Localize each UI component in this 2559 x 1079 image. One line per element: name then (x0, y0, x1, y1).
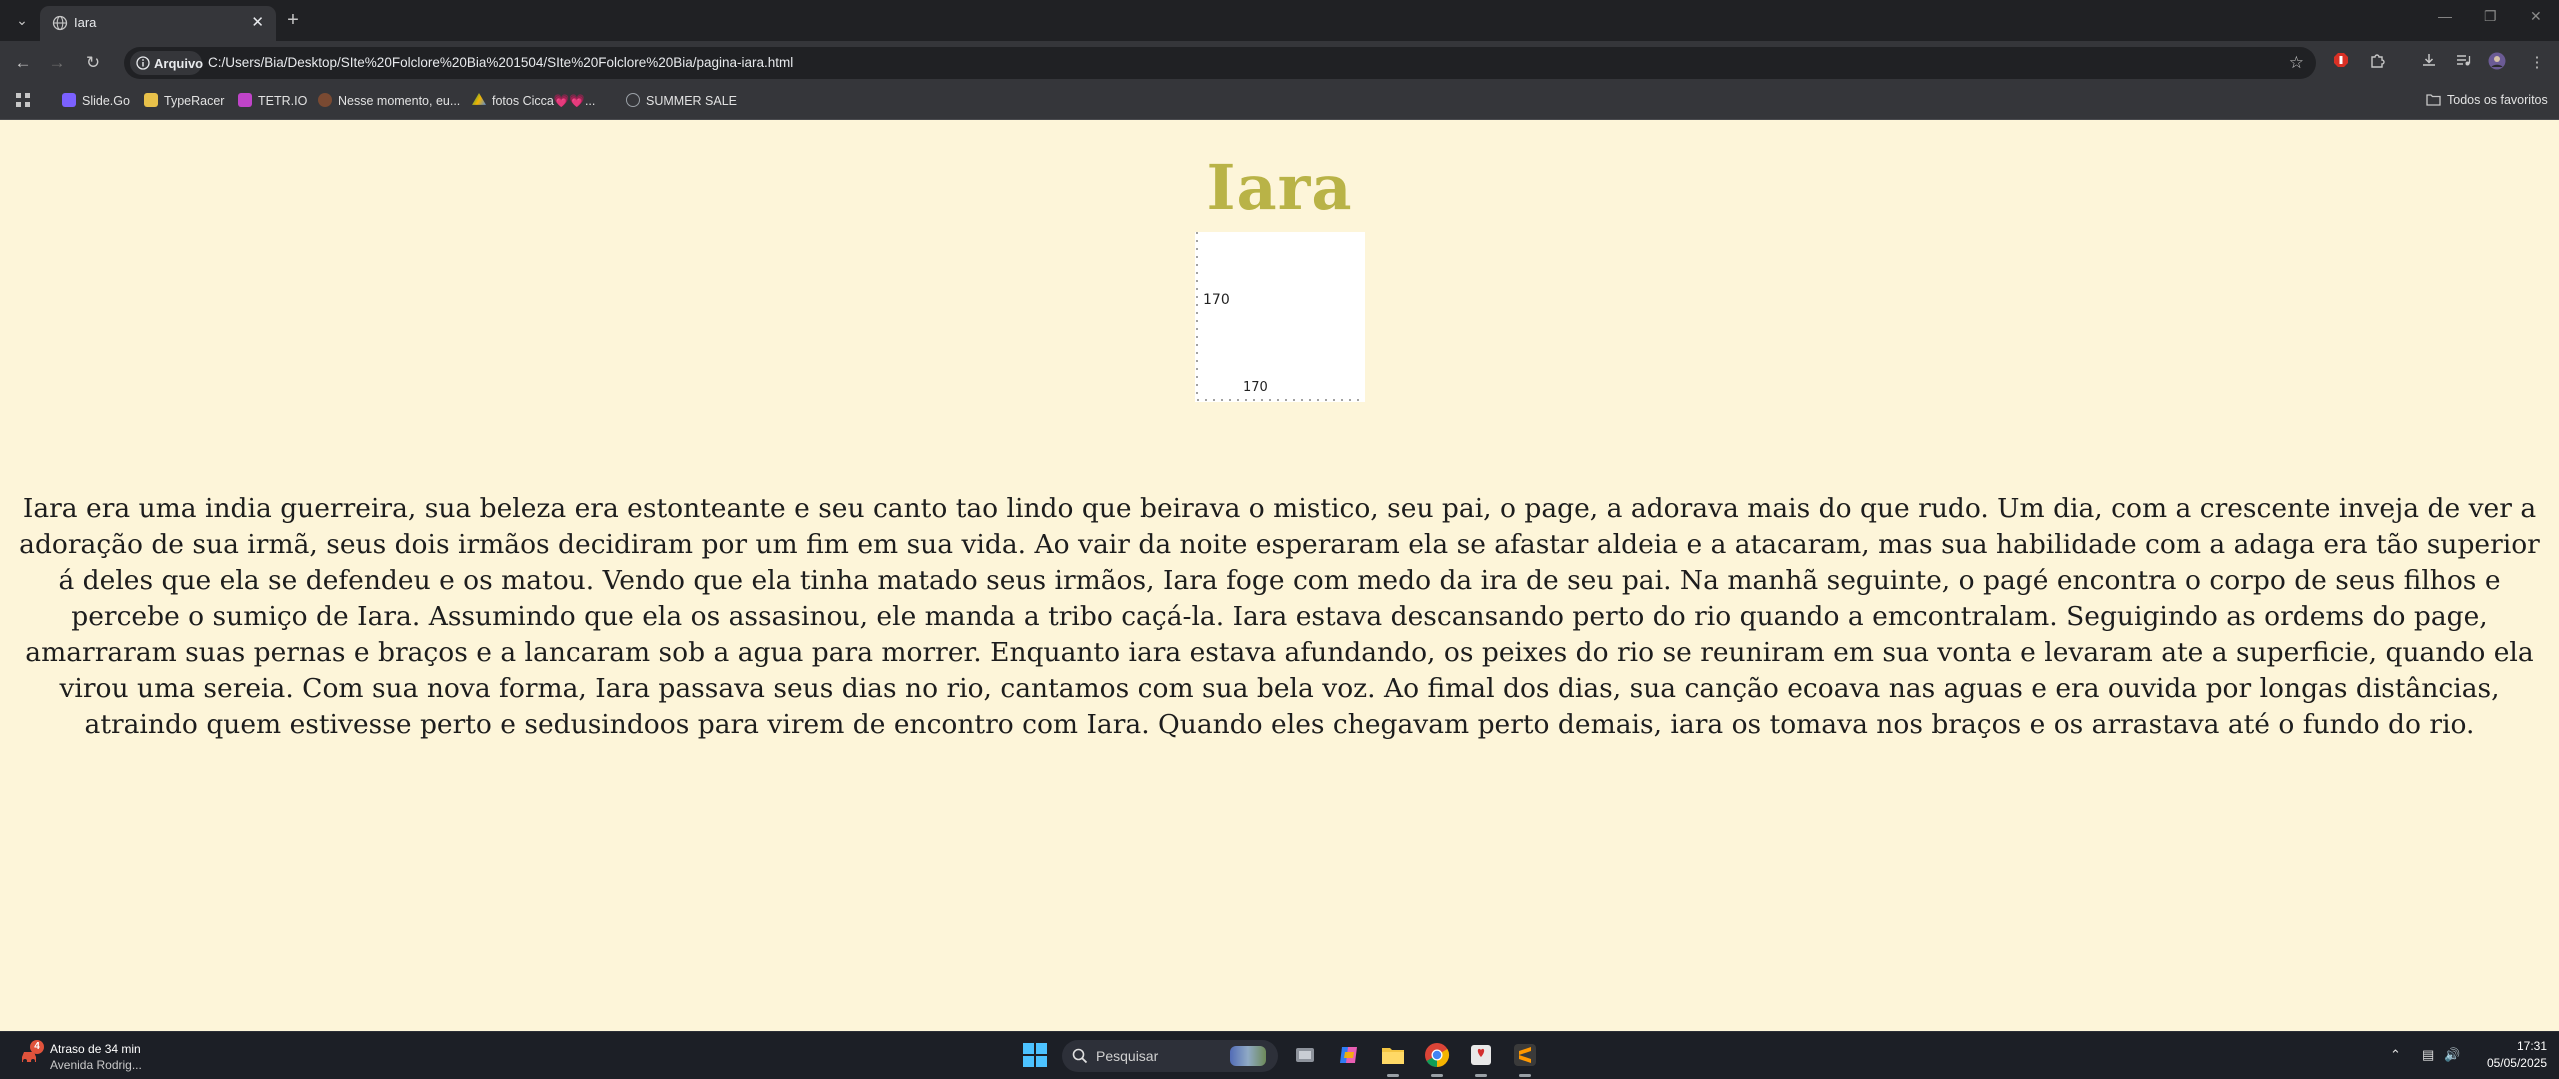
new-tab-button[interactable]: + (282, 9, 304, 31)
browser-titlebar: ⌄ Iara ✕ + — ❐ ✕ (0, 0, 2559, 41)
back-icon[interactable]: ← (12, 52, 34, 74)
bookmark-label: Nesse momento, eu... (338, 94, 461, 108)
explorer-running-indicator (1387, 1074, 1399, 1077)
bookmark-typeracer[interactable]: TypeRacer (144, 93, 224, 113)
google-drive-icon (472, 93, 486, 105)
traffic-subtitle: Avenida Rodrig... (50, 1058, 142, 1072)
bookmark-summer-sale[interactable]: SUMMER SALE (626, 93, 737, 113)
search-highlight-icon (1230, 1046, 1266, 1066)
globe-icon (52, 15, 68, 31)
adblock-extension-icon[interactable] (2330, 52, 2352, 74)
story-paragraph: Iara era uma india guerreira, sua beleza… (19, 493, 2540, 740)
media-controls-icon[interactable] (2452, 52, 2474, 74)
bookmark-label: SUMMER SALE (646, 94, 737, 108)
bookmark-label: TypeRacer (164, 94, 225, 108)
restore-icon[interactable]: ❐ (2484, 8, 2497, 25)
search-placeholder: Pesquisar (1096, 1048, 1159, 1064)
browser-toolbar: ← → ↻ Arquivo C:/Users/Bia/Desktop/SIte%… (0, 41, 2559, 85)
tab-iara[interactable]: Iara ✕ (40, 6, 276, 41)
globe-icon (626, 93, 640, 107)
sketch-drawing: 170 170 (1196, 232, 1365, 401)
bookmark-fotos-cicca[interactable]: fotos Cicca💗💗... (472, 93, 595, 113)
reload-icon[interactable]: ↻ (82, 52, 104, 74)
bookmark-tetrio[interactable]: TETR.IO (238, 93, 307, 113)
tetrio-icon (238, 93, 252, 107)
bookmark-slidego[interactable]: Slide.Go (62, 93, 130, 113)
sublime-text-icon[interactable] (1512, 1042, 1538, 1068)
bookmark-label: Slide.Go (82, 94, 130, 108)
forward-icon[interactable]: → (46, 52, 68, 74)
solitaire-icon[interactable] (1468, 1042, 1494, 1068)
close-tab-icon[interactable]: ✕ (251, 13, 264, 31)
tab-title: Iara (74, 15, 97, 30)
solitaire-running-indicator (1475, 1074, 1487, 1077)
close-window-icon[interactable]: ✕ (2530, 8, 2542, 25)
tab-search-chevron-icon[interactable]: ⌄ (8, 8, 36, 32)
downloads-icon[interactable] (2418, 52, 2440, 74)
chrome-icon[interactable] (1424, 1042, 1450, 1068)
bookmark-star-icon[interactable]: ☆ (2289, 53, 2304, 73)
system-clock[interactable]: 17:31 05/05/2025 (2487, 1038, 2547, 1072)
network-icon[interactable]: ▤ (2422, 1047, 2434, 1063)
avatar-icon (318, 93, 332, 107)
all-bookmarks-folder[interactable]: Todos os favoritos (2426, 93, 2548, 113)
bookmark-nesse-momento[interactable]: Nesse momento, eu... (318, 93, 460, 113)
page-viewport: Iara 170 170 Iara era uma india guerreir… (0, 121, 2559, 1031)
minimize-icon[interactable]: — (2438, 8, 2452, 24)
bookmarks-bar: Slide.Go TypeRacer TETR.IO Nesse momento… (0, 85, 2559, 120)
task-view-icon[interactable] (1292, 1042, 1318, 1068)
site-info-chip[interactable]: Arquivo (130, 51, 204, 75)
address-bar[interactable]: Arquivo C:/Users/Bia/Desktop/SIte%20Folc… (124, 47, 2316, 79)
info-icon (136, 56, 150, 70)
search-icon (1072, 1048, 1088, 1064)
clock-time: 17:31 (2516, 1039, 2547, 1053)
show-hidden-icons-chevron[interactable]: ⌃ (2390, 1047, 2401, 1063)
copilot-icon[interactable] (1336, 1042, 1362, 1068)
volume-icon[interactable]: 🔊 (2444, 1047, 2460, 1063)
profile-avatar[interactable] (2486, 52, 2508, 74)
extensions-puzzle-icon[interactable] (2366, 52, 2388, 74)
chrome-running-indicator (1431, 1074, 1443, 1077)
bookmark-label: fotos Cicca💗💗... (492, 94, 596, 108)
clock-date: 05/05/2025 (2486, 1056, 2547, 1070)
url-text[interactable]: C:/Users/Bia/Desktop/SIte%20Folclore%20B… (208, 55, 793, 70)
sketch-label-left: 170 (1203, 292, 1230, 308)
page-title: Iara (1206, 151, 1353, 224)
apps-grid-icon[interactable] (16, 93, 30, 113)
bookmark-label: TETR.IO (258, 94, 308, 108)
traffic-badge: 4 (30, 1040, 44, 1054)
site-info-label: Arquivo (154, 56, 204, 71)
sublime-running-indicator (1519, 1074, 1531, 1077)
windows-taskbar: 4 Atraso de 34 min Avenida Rodrig... Pes… (0, 1031, 2559, 1079)
traffic-title: Atraso de 34 min (50, 1042, 141, 1056)
iara-image: 170 170 (1195, 232, 1365, 402)
typeracer-car-icon (144, 93, 158, 107)
all-bookmarks-label: Todos os favoritos (2447, 93, 2548, 107)
windows-start-icon[interactable] (1022, 1042, 1048, 1068)
sketch-label-bottom: 170 (1243, 380, 1268, 395)
folder-icon (2426, 94, 2441, 106)
taskbar-search[interactable]: Pesquisar (1062, 1040, 1278, 1072)
file-explorer-icon[interactable] (1380, 1042, 1406, 1068)
browser-menu-icon[interactable]: ⋮ (2526, 52, 2548, 74)
slidesgo-icon (62, 93, 76, 107)
